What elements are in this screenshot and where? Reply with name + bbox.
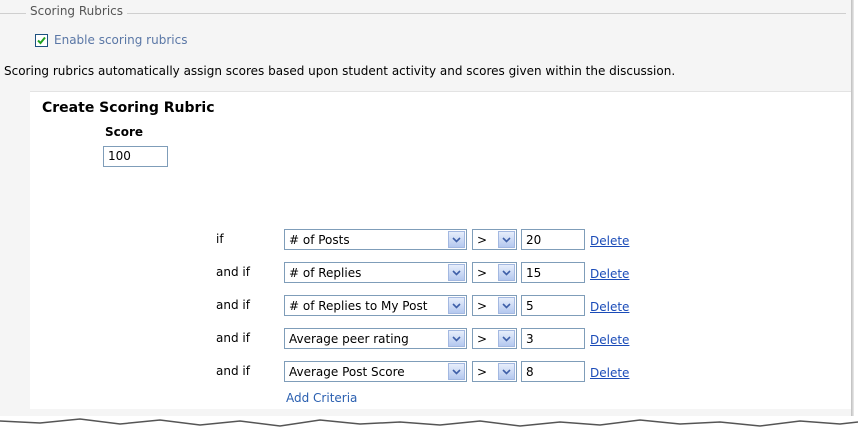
criteria-value-input[interactable]: 5 [521,295,585,316]
criteria-condition: and if [216,331,250,345]
chevron-down-icon[interactable] [448,363,465,380]
delete-criteria-link[interactable]: Delete [590,333,629,347]
chevron-down-icon[interactable] [448,330,465,347]
chevron-down-icon[interactable] [498,330,515,347]
criteria-value-input[interactable]: 8 [521,361,585,382]
criteria-field-value: # of Replies [289,266,362,280]
fieldset-legend: Scoring Rubrics [26,4,127,18]
criteria-operator-select[interactable]: > [472,262,517,283]
chevron-down-icon[interactable] [498,297,515,314]
criteria-operator-select[interactable]: > [472,295,517,316]
criteria-operator-select[interactable]: > [472,328,517,349]
criteria-field-select[interactable]: # of Posts [284,229,467,250]
criteria-field-value: Average Post Score [289,365,405,379]
chevron-down-icon[interactable] [498,231,515,248]
criteria-value-input[interactable]: 20 [521,229,585,250]
enable-rubrics-label[interactable]: Enable scoring rubrics [54,33,187,47]
enable-rubrics-row[interactable]: Enable scoring rubrics [35,33,187,47]
criteria-field-value: # of Posts [289,233,350,247]
criteria-field-select[interactable]: Average peer rating [284,328,467,349]
criteria-condition: if [216,232,224,246]
torn-edge-decoration [0,418,858,443]
criteria-condition: and if [216,265,250,279]
criteria-operator-value: > [477,332,488,346]
criteria-operator-value: > [477,233,488,247]
score-input[interactable]: 100 [103,146,168,167]
criteria-operator-value: > [477,299,488,313]
criteria-condition: and if [216,364,250,378]
chevron-down-icon[interactable] [448,231,465,248]
criteria-operator-select[interactable]: > [472,229,517,250]
criteria-operator-select[interactable]: > [472,361,517,382]
checkmark-icon [37,36,46,44]
criteria-operator-value: > [477,266,488,280]
criteria-field-value: Average peer rating [289,332,409,346]
delete-criteria-link[interactable]: Delete [590,366,629,380]
create-rubric-section: Create Scoring Rubric Score 100 if # of … [30,91,852,409]
scoring-rubrics-panel: Scoring Rubrics Enable scoring rubrics S… [0,0,854,416]
delete-criteria-link[interactable]: Delete [590,234,629,248]
enable-rubrics-checkbox[interactable] [35,33,48,47]
criteria-value-input[interactable]: 15 [521,262,585,283]
criteria-field-value: # of Replies to My Post [289,299,428,313]
rubrics-description: Scoring rubrics automatically assign sco… [4,64,676,78]
chevron-down-icon[interactable] [448,297,465,314]
create-rubric-title: Create Scoring Rubric [42,100,215,116]
delete-criteria-link[interactable]: Delete [590,267,629,281]
criteria-field-select[interactable]: Average Post Score [284,361,467,382]
criteria-operator-value: > [477,365,488,379]
score-label: Score [105,125,144,139]
delete-criteria-link[interactable]: Delete [590,300,629,314]
criteria-condition: and if [216,298,250,312]
chevron-down-icon[interactable] [498,363,515,380]
criteria-field-select[interactable]: # of Replies [284,262,467,283]
criteria-field-select[interactable]: # of Replies to My Post [284,295,467,316]
criteria-value-input[interactable]: 3 [521,328,585,349]
chevron-down-icon[interactable] [498,264,515,281]
add-criteria-link[interactable]: Add Criteria [286,391,357,405]
chevron-down-icon[interactable] [448,264,465,281]
